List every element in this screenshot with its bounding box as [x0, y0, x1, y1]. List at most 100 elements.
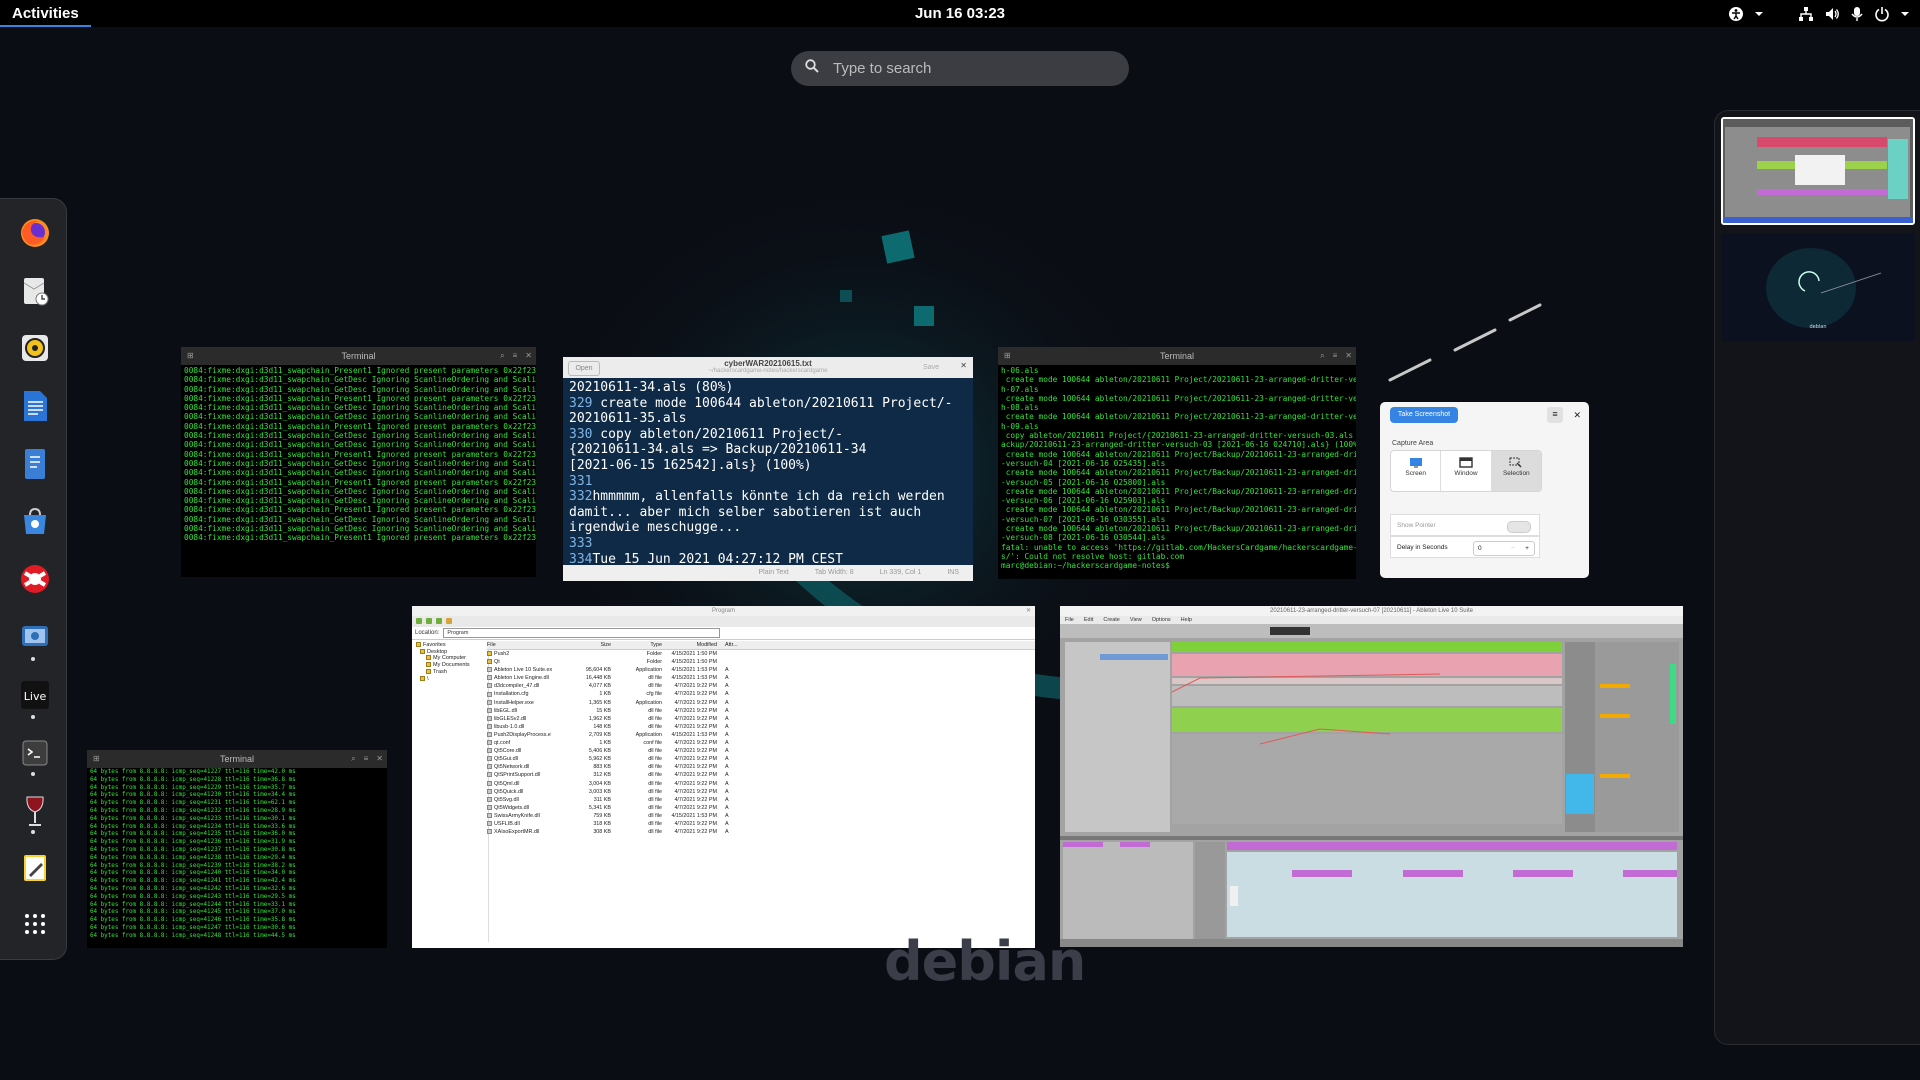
- file-row[interactable]: Ableton Live 10 Suite.ex 95,604 KB Applica…: [487, 666, 1035, 674]
- tab-width-selector[interactable]: Tab Width: 8: [815, 565, 854, 581]
- firefox-icon[interactable]: [18, 216, 52, 250]
- accessibility-icon[interactable]: [1728, 6, 1744, 22]
- network-icon[interactable]: [1798, 6, 1814, 22]
- close-icon[interactable]: ✕: [960, 361, 967, 370]
- terminal-titlebar[interactable]: ⊞ Terminal ⌕ ≡ ✕: [87, 750, 387, 768]
- tree-item[interactable]: My Computer: [416, 655, 488, 662]
- evolution-icon[interactable]: [18, 274, 52, 308]
- menu-item[interactable]: Create: [1103, 616, 1120, 624]
- file-row[interactable]: d3dcompiler_47.dll 4,077 KB dll file 4/7/20…: [487, 682, 1035, 690]
- delay-value[interactable]: 0: [1474, 542, 1506, 555]
- menu-item[interactable]: Edit: [1084, 616, 1093, 624]
- tree-item[interactable]: Desktop: [416, 649, 488, 656]
- file-row[interactable]: Qt5Widgets.dll 5,341 KB dll file 4/7/2021 9…: [487, 804, 1035, 812]
- minus-icon[interactable]: −: [1506, 542, 1520, 555]
- column-header[interactable]: Modified: [662, 641, 717, 649]
- search-icon[interactable]: ⌕: [500, 347, 504, 365]
- terminal-output[interactable]: h-06.als create mode 100644 ableton/2021…: [998, 365, 1356, 572]
- delay-spinbutton[interactable]: 0 − +: [1473, 541, 1535, 556]
- back-icon[interactable]: [416, 618, 422, 624]
- column-header[interactable]: File: [487, 641, 561, 649]
- terminal-output[interactable]: 64 bytes from 8.8.8.8: icmp_seq=41227 tt…: [87, 768, 387, 942]
- file-row[interactable]: QtSPrintSupport.dll 312 KB dll file 4/7/202…: [487, 771, 1035, 779]
- workspace-1-thumbnail[interactable]: [1721, 117, 1915, 225]
- menu-icon[interactable]: ≡: [1333, 347, 1338, 365]
- close-icon[interactable]: ✕: [1026, 606, 1031, 616]
- menu-icon[interactable]: ≡: [1547, 407, 1563, 423]
- file-row[interactable]: Qt5Qml.dll 3,004 KB dll file 4/7/2021 9:22 …: [487, 780, 1035, 788]
- file-row[interactable]: Qt5Gui.dll 5,962 KB dll file 4/7/2021 9:22 …: [487, 755, 1035, 763]
- file-row[interactable]: SwissArmyKnife.dll 759 KB dll file 4/15/202…: [487, 812, 1035, 820]
- new-tab-icon[interactable]: ⊞: [187, 347, 194, 365]
- software-icon[interactable]: [18, 504, 52, 538]
- new-tab-icon[interactable]: ⊞: [1004, 347, 1011, 365]
- text-editor-icon[interactable]: [18, 851, 52, 885]
- editor-headerbar[interactable]: Open cyberWAR20210615.txt ~/hackerscardg…: [563, 357, 973, 378]
- editor-text-area[interactable]: 20210611-34.als (80%) 329 create mode 100…: [563, 378, 973, 580]
- file-row[interactable]: Qt Folder 4/15/2021 1:50 PM: [487, 658, 1035, 666]
- workspace-2-thumbnail[interactable]: debian: [1721, 233, 1915, 341]
- menu-item[interactable]: Options: [1152, 616, 1171, 624]
- file-row[interactable]: libEGL.dll 15 KB dll file 4/7/2021 9:22 PM A: [487, 707, 1035, 715]
- terminal-titlebar[interactable]: ⊞ Terminal ⌕ ≡ ✕: [998, 347, 1356, 365]
- document-viewer-icon[interactable]: [18, 447, 52, 481]
- screenshot-icon[interactable]: [18, 620, 52, 654]
- ableton-live-window[interactable]: 20210611-23-arranged-dritter-versuch-07 …: [1060, 606, 1683, 947]
- menu-item[interactable]: File: [1065, 616, 1074, 624]
- file-row[interactable]: USFLIB.dll 318 KB dll file 4/7/2021 9:22 PM…: [487, 820, 1035, 828]
- terminal-window-wine-log[interactable]: ⊞ Terminal ⌕ ≡ ✕ 0084:fixme:dxgi:d3d11_swa…: [181, 347, 536, 577]
- up-icon[interactable]: [436, 618, 442, 624]
- plus-icon[interactable]: +: [1520, 542, 1534, 555]
- folder-tree[interactable]: Favorites Desktop My Computer My Documents T…: [412, 642, 489, 942]
- mode-selection-button[interactable]: Selection: [1491, 451, 1541, 491]
- tree-item[interactable]: My Documents: [416, 662, 488, 669]
- clock-button[interactable]: Jun 16 03:23: [915, 5, 1005, 22]
- file-row[interactable]: Push2DisplayProcess.e 2,709 KB Application…: [487, 731, 1035, 739]
- tree-item[interactable]: Favorites: [416, 642, 488, 649]
- menu-item[interactable]: View: [1130, 616, 1142, 624]
- forward-icon[interactable]: [426, 618, 432, 624]
- rhythmbox-icon[interactable]: [18, 331, 52, 365]
- language-selector[interactable]: Plain Text: [759, 565, 789, 581]
- search-bar[interactable]: [791, 51, 1129, 86]
- file-row[interactable]: libusb-1.0.dll 148 KB dll file 4/7/2021 9:2…: [487, 723, 1035, 731]
- close-icon[interactable]: ✕: [1345, 347, 1352, 365]
- close-icon[interactable]: ✕: [525, 347, 532, 365]
- menu-icon[interactable]: ≡: [513, 347, 518, 365]
- file-row[interactable]: qt.conf 1 KB conf file 4/7/2021 9:22 PM A: [487, 739, 1035, 747]
- search-icon[interactable]: ⌕: [1320, 347, 1324, 365]
- terminal-window-git-log[interactable]: ⊞ Terminal ⌕ ≡ ✕ h-06.als create mode 1006…: [998, 347, 1356, 579]
- volume-icon[interactable]: [1824, 6, 1840, 22]
- close-icon[interactable]: ✕: [1573, 407, 1581, 423]
- file-row[interactable]: Installation.cfg 1 KB cfg file 4/7/2021 9:2…: [487, 690, 1035, 698]
- chevron-down-icon[interactable]: [1754, 9, 1764, 19]
- help-icon[interactable]: [18, 562, 52, 596]
- file-row[interactable]: Ableton Live Engine.dll 16,448 KB dll file…: [487, 674, 1035, 682]
- screenshot-dialog[interactable]: Take Screenshot ≡ ✕ Capture Area Screen …: [1380, 402, 1589, 578]
- new-tab-icon[interactable]: ⊞: [93, 750, 100, 768]
- menu-item[interactable]: Help: [1181, 616, 1192, 624]
- file-row[interactable]: Qt5Network.dll 883 KB dll file 4/7/2021 9:2…: [487, 763, 1035, 771]
- tree-item[interactable]: Trash: [416, 669, 488, 676]
- tree-item[interactable]: \: [416, 676, 488, 683]
- ableton-live-icon[interactable]: Live: [18, 678, 52, 712]
- file-list[interactable]: File Size Type Modified Attr... Push2 Folder 4/…: [487, 641, 1035, 836]
- location-input[interactable]: Program: [443, 628, 721, 638]
- mode-window-button[interactable]: Window: [1441, 451, 1492, 491]
- file-row[interactable]: Push2 Folder 4/15/2021 1:50 PM: [487, 650, 1035, 658]
- search-input[interactable]: [831, 59, 1105, 78]
- close-icon[interactable]: ✕: [376, 750, 383, 768]
- wine-file-manager-window[interactable]: Program ✕ Location: Program Favorites Desk…: [412, 606, 1035, 948]
- fm-titlebar[interactable]: Program ✕: [412, 606, 1035, 616]
- file-row[interactable]: InstallHelper.exe 1,365 KB Application 4/7/…: [487, 699, 1035, 707]
- search-icon[interactable]: ⌕: [351, 750, 355, 768]
- activities-button[interactable]: Activities: [0, 0, 91, 27]
- ableton-arrangement-view[interactable]: [1060, 624, 1683, 947]
- file-row[interactable]: libGLESv2.dll 1,962 KB dll file 4/7/2021 9:…: [487, 715, 1035, 723]
- terminal-icon[interactable]: [18, 736, 52, 770]
- file-row[interactable]: Qt5Quick.dll 3,003 KB dll file 4/7/2021 9:2…: [487, 788, 1035, 796]
- ableton-titlebar[interactable]: 20210611-23-arranged-dritter-versuch-07 …: [1060, 606, 1683, 616]
- file-row[interactable]: Qt5Svg.dll 311 KB dll file 4/7/2021 9:22 PM…: [487, 796, 1035, 804]
- terminal-window-ping[interactable]: ⊞ Terminal ⌕ ≡ ✕ 64 bytes from 8.8.8.8: ic…: [87, 750, 387, 948]
- file-row[interactable]: XAIsoExportMR.dll 308 KB dll file 4/7/2021 …: [487, 828, 1035, 836]
